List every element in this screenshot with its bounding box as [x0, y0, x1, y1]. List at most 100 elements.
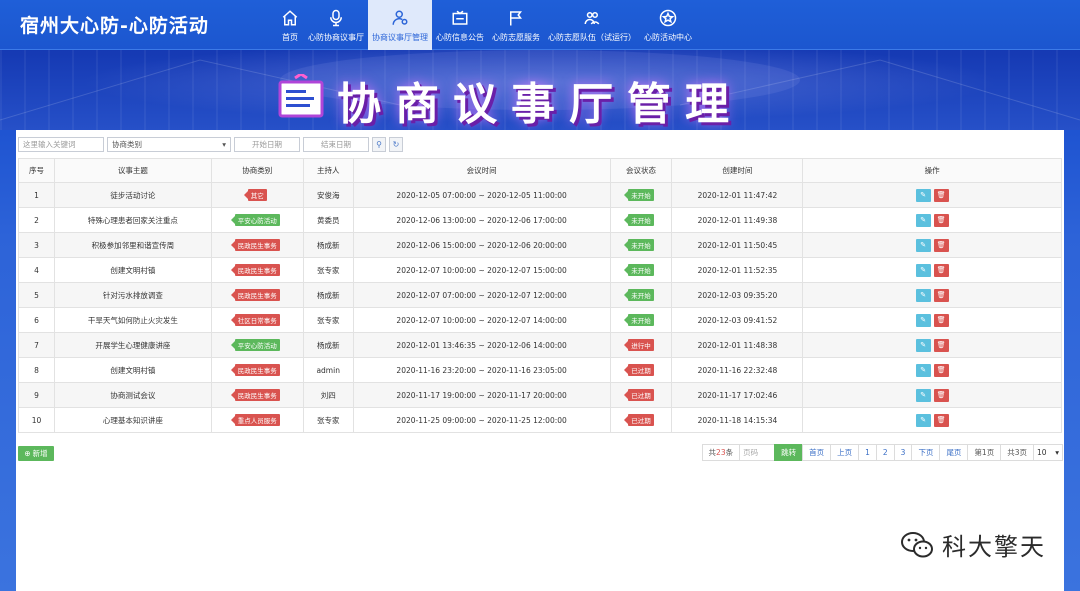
category-tag: 民政民生事务 [230, 264, 280, 276]
delete-button[interactable]: 🗑 [933, 213, 949, 227]
edit-button[interactable]: ✎ [915, 263, 931, 277]
edit-icon: ✎ [920, 416, 927, 424]
delete-button[interactable]: 🗑 [933, 188, 949, 202]
add-button[interactable]: ⊕ 新增 [18, 446, 54, 461]
microphone-icon [326, 8, 346, 28]
nav-label: 心防协商议事厅 [308, 32, 364, 42]
plus-icon: ⊕ [24, 449, 31, 458]
edit-button[interactable]: ✎ [915, 388, 931, 402]
row-actions: ✎ 🗑 [802, 232, 1062, 258]
nav-item-consult-hall[interactable]: 心防协商议事厅 [304, 0, 368, 50]
go-button[interactable]: 跳转 [774, 444, 804, 461]
trash-icon: 🗑 [936, 266, 946, 274]
row-category: 民政民生事务 [210, 282, 304, 308]
row-meeting-time: 2020-12-07 10:00:00 ~ 2020-12-07 15:00:0… [352, 257, 611, 283]
first-page-button[interactable]: 首页 [802, 444, 832, 461]
nav-item-home[interactable]: 首页 [276, 0, 304, 50]
app-title: 宿州大心防-心防活动 [20, 15, 209, 37]
delete-button[interactable]: 🗑 [933, 313, 949, 327]
page-3-button[interactable]: 3 [893, 444, 913, 461]
nav-item-activity-center[interactable]: 心防活动中心 [640, 0, 696, 50]
row-topic: 特殊心理患者回家关注重点 [53, 207, 212, 233]
page-1-button[interactable]: 1 [858, 444, 877, 461]
row-created-time: 2020-11-16 22:32:48 [671, 357, 804, 383]
row-topic: 积极参加邻里和谐宣传周 [53, 232, 212, 258]
flag-icon [506, 8, 526, 28]
delete-button[interactable]: 🗑 [933, 238, 949, 252]
column-header[interactable]: 协商类别 [210, 158, 304, 183]
team-icon [582, 8, 602, 28]
column-header[interactable]: 会议时间 [352, 158, 611, 183]
edit-button[interactable]: ✎ [915, 288, 931, 302]
page-2-button[interactable]: 2 [875, 444, 895, 461]
row-meeting-time: 2020-12-01 13:46:35 ~ 2020-12-06 14:00:0… [352, 332, 611, 358]
search-button[interactable]: ⚲ [372, 136, 386, 152]
edit-button[interactable]: ✎ [915, 213, 931, 227]
page-number-input[interactable]: 页码 [739, 444, 776, 461]
nav-item-consult-manage[interactable]: 协商议事厅管理 [368, 0, 432, 50]
row-actions: ✎ 🗑 [802, 182, 1062, 208]
row-created-time: 2020-12-01 11:52:35 [671, 257, 804, 283]
total-number: 23 [716, 448, 726, 457]
row-number: 8 [18, 357, 55, 383]
last-page-button[interactable]: 尾页 [939, 444, 969, 461]
nav-item-volunteer[interactable]: 心防志愿服务 [488, 0, 544, 50]
keyword-search-input[interactable]: 这里输入关键词 [18, 136, 104, 152]
row-number: 3 [18, 232, 55, 258]
delete-button[interactable]: 🗑 [933, 413, 949, 427]
total-pages: 共3页 [1000, 444, 1034, 461]
row-number: 9 [18, 382, 55, 408]
row-host: 杨成新 [302, 232, 354, 258]
user-settings-icon [390, 8, 410, 28]
row-actions: ✎ 🗑 [802, 407, 1062, 433]
row-host: 杨成新 [302, 332, 354, 358]
delete-button[interactable]: 🗑 [933, 338, 949, 352]
next-page-button[interactable]: 下页 [911, 444, 941, 461]
status-badge: 已过期 [624, 364, 654, 376]
column-header[interactable]: 会议状态 [609, 158, 673, 183]
home-icon [280, 8, 300, 28]
edit-button[interactable]: ✎ [915, 188, 931, 202]
row-category: 其它 [210, 182, 304, 208]
row-topic: 协商测试会议 [53, 382, 212, 408]
delete-button[interactable]: 🗑 [933, 263, 949, 277]
total-prefix: 共 [708, 448, 717, 457]
edit-button[interactable]: ✎ [915, 338, 931, 352]
edit-button[interactable]: ✎ [915, 413, 931, 427]
delete-button[interactable]: 🗑 [933, 288, 949, 302]
row-category: 民政民生事务 [210, 257, 304, 283]
status-badge: 未开始 [624, 314, 654, 326]
trash-icon: 🗑 [936, 366, 946, 374]
page-size-select[interactable]: 10 ▾ [1033, 444, 1063, 461]
row-topic: 徒步活动讨论 [53, 182, 212, 208]
table-row: 8 创建文明村镇 民政民生事务 admin 2020-11-16 23:20:00 ~ … [18, 357, 1062, 383]
row-topic: 开展学生心理健康讲座 [53, 332, 212, 358]
category-select[interactable]: 协商类别 ▾ [107, 136, 231, 152]
refresh-button[interactable]: ↻ [389, 136, 403, 152]
column-header[interactable]: 创建时间 [671, 158, 804, 183]
trash-icon: 🗑 [936, 216, 946, 224]
column-header[interactable]: 主持人 [302, 158, 354, 183]
edit-button[interactable]: ✎ [915, 313, 931, 327]
column-header[interactable]: 序号 [18, 158, 55, 183]
delete-button[interactable]: 🗑 [933, 388, 949, 402]
row-topic: 创建文明村镇 [53, 357, 212, 383]
delete-button[interactable]: 🗑 [933, 363, 949, 377]
search-placeholder: 这里输入关键词 [23, 139, 76, 149]
row-actions: ✎ 🗑 [802, 332, 1062, 358]
end-date-input[interactable]: 结束日期 [303, 136, 369, 152]
category-tag: 民政民生事务 [230, 239, 280, 251]
row-category: 重点人员服务 [210, 407, 304, 433]
column-header[interactable]: 议事主题 [53, 158, 212, 183]
status-badge: 未开始 [624, 189, 654, 201]
edit-button[interactable]: ✎ [915, 363, 931, 377]
prev-page-button[interactable]: 上页 [830, 444, 860, 461]
row-status: 已过期 [609, 407, 673, 433]
edit-icon: ✎ [920, 241, 927, 249]
nav-item-notice[interactable]: 心防信息公告 [432, 0, 488, 50]
edit-button[interactable]: ✎ [915, 238, 931, 252]
start-date-input[interactable]: 开始日期 [234, 136, 300, 152]
row-category: 平安心防活动 [210, 332, 304, 358]
nav-item-volunteer-team[interactable]: 心防志愿队伍（试运行） [544, 0, 640, 50]
row-host: 张专家 [302, 307, 354, 333]
